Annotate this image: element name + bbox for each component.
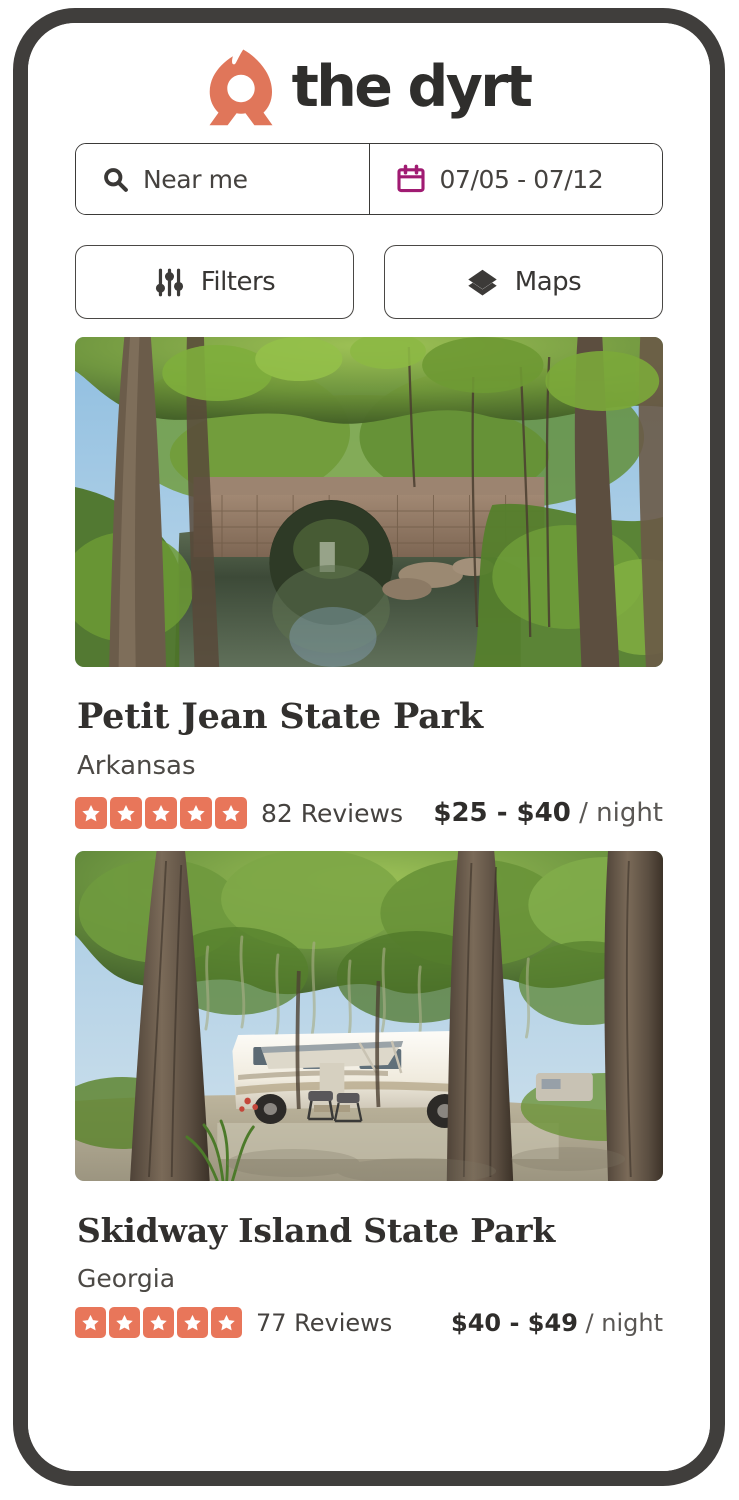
price-unit: / night (585, 1308, 663, 1337)
search-date-value: 07/05 - 07/12 (439, 164, 604, 194)
price-group: $40 - $49 / night (451, 1309, 663, 1337)
price-unit: / night (579, 798, 663, 828)
price-group: $25 - $40 / night (433, 798, 663, 828)
review-count: 77 Reviews (256, 1308, 393, 1337)
search-location-value: Near me (143, 164, 248, 194)
star-icon (180, 797, 212, 829)
layers-icon (468, 269, 497, 295)
star-icon (211, 1307, 242, 1338)
maps-button[interactable]: Maps (384, 245, 663, 319)
listing-photo[interactable] (75, 851, 663, 1181)
sliders-icon (155, 268, 183, 296)
star-icon (75, 797, 107, 829)
brand-wordmark: the dyrt (291, 53, 533, 120)
flame-logo-icon (209, 49, 273, 126)
list-item[interactable]: Skidway Island State Park Georgia 77 Rev… (75, 851, 663, 1338)
star-icon (145, 797, 177, 829)
rating-group: 82 Reviews (75, 797, 403, 829)
listing-title: Skidway Island State Park (77, 1211, 555, 1250)
list-item[interactable]: Petit Jean State Park Arkansas 82 Review… (75, 337, 663, 829)
filters-button[interactable]: Filters (75, 245, 354, 319)
star-rating (75, 1307, 242, 1338)
listing-photo[interactable] (75, 337, 663, 667)
star-icon (109, 1307, 140, 1338)
review-count: 82 Reviews (261, 798, 403, 828)
listing-results: Petit Jean State Park Arkansas 82 Review… (28, 337, 710, 1338)
action-button-row: Filters Maps (75, 245, 663, 319)
search-date-input[interactable]: 07/05 - 07/12 (369, 144, 662, 214)
star-icon (177, 1307, 208, 1338)
app-screen: the dyrt Near me 07/05 - 07/12 Filters M… (28, 23, 710, 1471)
rating-group: 77 Reviews (75, 1307, 392, 1338)
price-range: $40 - $49 (451, 1308, 578, 1337)
search-bar: Near me 07/05 - 07/12 (75, 143, 663, 215)
maps-label: Maps (514, 267, 582, 297)
star-icon (215, 797, 247, 829)
brand-header: the dyrt (28, 23, 710, 143)
filters-label: Filters (200, 267, 276, 297)
star-icon (110, 797, 142, 829)
listing-region: Georgia (77, 1264, 176, 1293)
price-range: $25 - $40 (433, 798, 571, 828)
star-rating (75, 797, 247, 829)
phone-frame: the dyrt Near me 07/05 - 07/12 Filters M… (13, 8, 725, 1486)
listing-meta-row: 77 Reviews $40 - $49 / night (75, 1307, 663, 1338)
listing-title: Petit Jean State Park (77, 696, 483, 737)
listing-meta-row: 82 Reviews $25 - $40 / night (75, 797, 663, 829)
search-icon (104, 167, 128, 192)
star-icon (143, 1307, 174, 1338)
search-controls: Near me 07/05 - 07/12 Filters Maps (28, 143, 710, 319)
star-icon (75, 1307, 106, 1338)
search-location-input[interactable]: Near me (76, 144, 370, 214)
listing-region: Arkansas (77, 751, 196, 781)
calendar-icon (396, 164, 425, 193)
